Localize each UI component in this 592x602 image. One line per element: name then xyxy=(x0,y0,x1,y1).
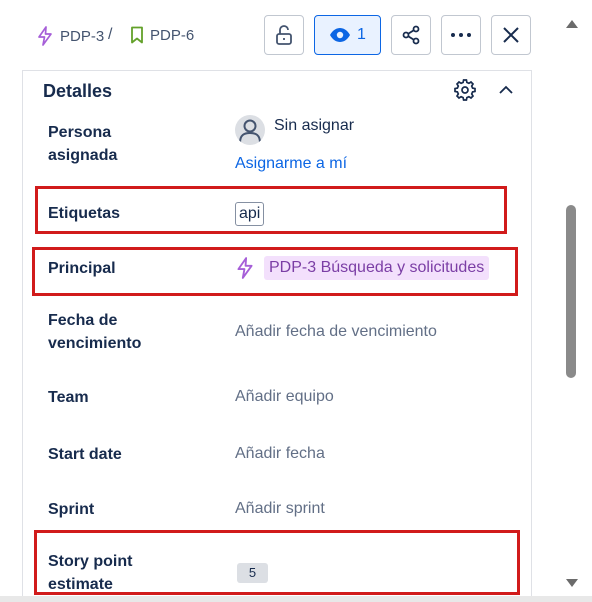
breadcrumb-parent[interactable]: PDP-3 xyxy=(36,26,104,46)
scroll-up-arrow-icon[interactable] xyxy=(566,20,578,28)
breadcrumb-current-key[interactable]: PDP-6 xyxy=(150,27,194,44)
start-date-label: Start date xyxy=(48,446,122,463)
breadcrumb-parent-key[interactable]: PDP-3 xyxy=(60,28,104,45)
parent-label: Principal xyxy=(48,260,116,277)
labels-label: Etiquetas xyxy=(48,205,121,222)
story-bookmark-icon xyxy=(131,26,143,44)
share-icon xyxy=(402,25,420,45)
more-icon xyxy=(451,33,471,37)
assignee-label: Persona asignada xyxy=(48,121,117,167)
share-button[interactable] xyxy=(391,15,431,55)
avatar xyxy=(235,115,265,145)
parent-issue-link[interactable]: PDP-3 Búsqueda y solicitudes xyxy=(264,256,490,280)
restrictions-button[interactable] xyxy=(264,15,304,55)
scroll-down-arrow-icon[interactable] xyxy=(566,579,578,587)
issue-header: PDP-3 / PDP-6 1 xyxy=(0,0,560,72)
horizontal-scrollbar[interactable] xyxy=(0,596,592,602)
due-date-label-line2: vencimiento xyxy=(48,335,142,352)
watch-count: 1 xyxy=(357,26,366,43)
assign-to-me-link[interactable]: Asignarme a mí xyxy=(235,155,347,173)
team-label: Team xyxy=(48,389,89,406)
gear-icon[interactable] xyxy=(454,79,476,101)
due-date-field[interactable]: Añadir fecha de vencimiento xyxy=(235,321,437,343)
close-icon xyxy=(503,27,519,43)
epic-lightning-icon xyxy=(237,257,253,279)
breadcrumb-current[interactable]: PDP-6 xyxy=(130,26,194,44)
more-actions-button[interactable] xyxy=(441,15,481,55)
due-date-label-line1: Fecha de xyxy=(48,312,118,329)
details-title: Detalles xyxy=(43,81,113,101)
breadcrumb-separator: / xyxy=(108,26,113,43)
due-date-label: Fecha de vencimiento xyxy=(48,309,141,355)
scrollbar-track[interactable] xyxy=(560,0,592,602)
label-tag[interactable]: api xyxy=(235,202,265,226)
unlock-icon xyxy=(276,25,292,45)
user-icon xyxy=(239,119,261,144)
assignee-label-line2: asignada xyxy=(48,147,118,164)
story-points-label: Story point estimate xyxy=(48,550,132,596)
sprint-field[interactable]: Añadir sprint xyxy=(235,498,325,520)
assignee-label-line1: Persona xyxy=(48,124,112,141)
story-points-label-line1: Story point xyxy=(48,553,133,570)
details-panel: Detalles Persona asignada Sin asignar As… xyxy=(22,70,532,602)
watch-button[interactable]: 1 xyxy=(314,15,381,55)
assignee-value[interactable]: Sin asignar xyxy=(274,117,354,135)
close-button[interactable] xyxy=(491,15,531,55)
story-points-value[interactable]: 5 xyxy=(237,563,268,583)
epic-lightning-icon xyxy=(38,26,52,46)
start-date-field[interactable]: Añadir fecha xyxy=(235,443,325,465)
scrollbar-thumb[interactable] xyxy=(566,205,576,378)
sprint-label: Sprint xyxy=(48,501,95,518)
chevron-up-icon[interactable] xyxy=(497,81,515,99)
team-field[interactable]: Añadir equipo xyxy=(235,386,334,408)
eye-icon xyxy=(330,28,351,42)
story-points-label-line2: estimate xyxy=(48,576,113,593)
